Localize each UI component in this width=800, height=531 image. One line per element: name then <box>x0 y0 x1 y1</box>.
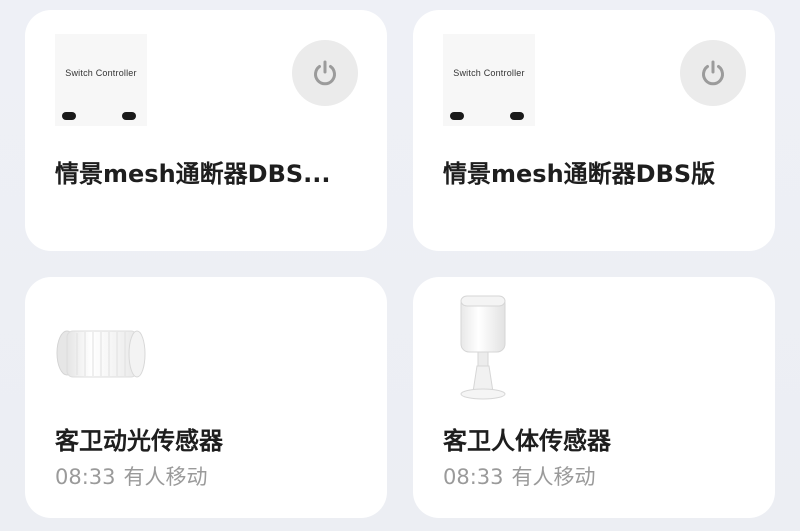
controller-terminal-left <box>450 112 464 120</box>
power-button[interactable] <box>680 40 746 106</box>
power-button[interactable] <box>292 40 358 106</box>
device-name: 客卫动光传感器 <box>55 427 223 455</box>
power-icon <box>702 60 724 86</box>
switch-controller-label: Switch Controller <box>453 68 525 78</box>
device-name: 客卫人体传感器 <box>443 427 611 455</box>
status-time: 08:33 <box>55 465 116 489</box>
device-card-light-sensor[interactable]: 客卫动光传感器 08:33 有人移动 <box>25 277 387 518</box>
controller-terminal-right <box>122 112 136 120</box>
device-card-motion-sensor[interactable]: 客卫人体传感器 08:33 有人移动 <box>413 277 775 518</box>
switch-controller-label: Switch Controller <box>65 68 137 78</box>
power-icon <box>314 60 336 86</box>
device-name: 情景mesh通断器DBS... <box>55 160 331 188</box>
device-name: 情景mesh通断器DBS版 <box>443 160 716 188</box>
motion-sensor-icon <box>460 295 506 400</box>
switch-controller-image: Switch Controller <box>443 34 535 126</box>
light-sensor-icon <box>56 330 146 378</box>
device-status: 08:33 有人移动 <box>443 461 596 491</box>
status-text: 有人移动 <box>511 465 596 489</box>
controller-terminal-left <box>62 112 76 120</box>
switch-controller-image: Switch Controller <box>55 34 147 126</box>
device-card-switch-controller-2[interactable]: Switch Controller 情景mesh通断器DBS版 <box>413 10 775 251</box>
device-card-switch-controller-1[interactable]: Switch Controller 情景mesh通断器DBS... <box>25 10 387 251</box>
status-text: 有人移动 <box>123 465 208 489</box>
status-time: 08:33 <box>443 465 504 489</box>
controller-terminal-right <box>510 112 524 120</box>
device-status: 08:33 有人移动 <box>55 461 208 491</box>
